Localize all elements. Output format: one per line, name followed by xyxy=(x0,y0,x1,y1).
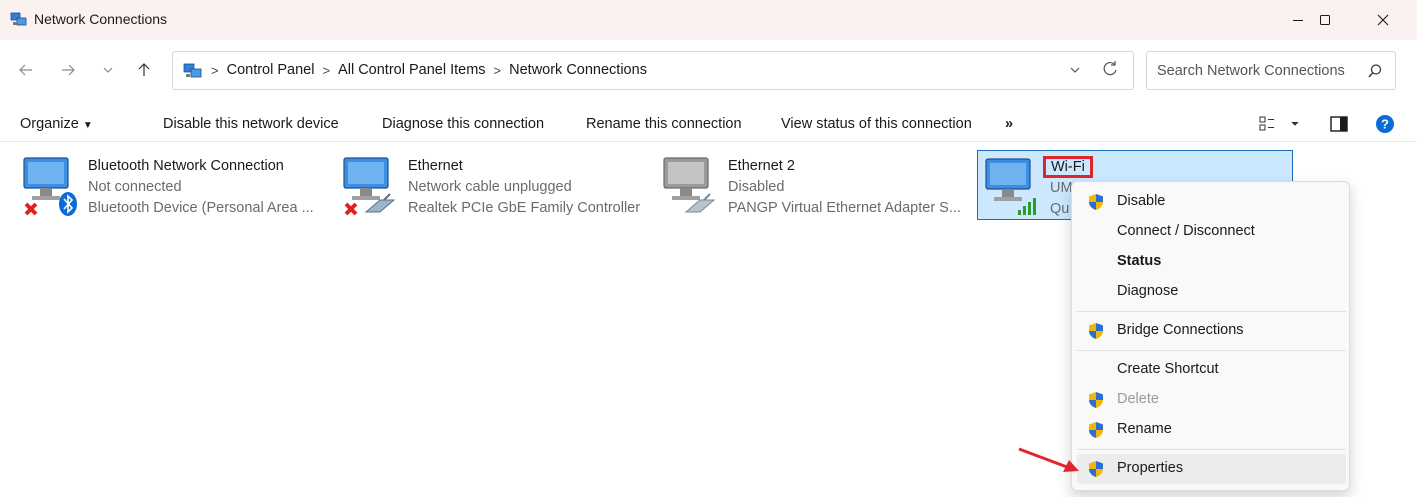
menu-item-rename[interactable]: Rename xyxy=(1077,415,1346,445)
connection-device: Realtek PCIe GbE Family Controller xyxy=(408,200,641,216)
breadcrumb-separator[interactable]: > xyxy=(494,63,502,78)
menu-item-diagnose[interactable]: Diagnose xyxy=(1077,277,1346,307)
menu-item-label: Rename xyxy=(1117,421,1172,437)
menu-item-connect-disconnect[interactable]: Connect / Disconnect xyxy=(1077,217,1346,247)
breadcrumb-separator[interactable]: > xyxy=(211,63,219,78)
connection-status: Disabled xyxy=(728,179,785,195)
menu-item-create-shortcut[interactable]: Create Shortcut xyxy=(1077,355,1346,385)
address-bar[interactable]: > Control Panel > All Control Panel Item… xyxy=(172,51,1134,90)
arrow-right-icon xyxy=(62,64,75,76)
annotation-arrow-icon xyxy=(1018,447,1079,472)
breadcrumb-all-control-panel-items[interactable]: All Control Panel Items xyxy=(338,62,485,78)
recent-locations-button[interactable] xyxy=(96,58,120,82)
control-panel-icon xyxy=(183,63,202,78)
menu-item-label: Status xyxy=(1117,253,1162,269)
wifi-network-icon xyxy=(985,158,1036,215)
menu-item-delete: Delete xyxy=(1077,385,1346,415)
view-status-button[interactable]: View status of this connection xyxy=(781,116,972,132)
menu-item-label: Diagnose xyxy=(1117,283,1179,299)
up-button[interactable] xyxy=(132,58,156,82)
maximize-button[interactable] xyxy=(1302,0,1348,40)
uac-shield-icon xyxy=(1089,392,1103,408)
breadcrumb-separator[interactable]: > xyxy=(322,63,330,78)
preview-pane-icon xyxy=(1330,116,1348,132)
forward-button[interactable] xyxy=(56,58,80,82)
connection-name: Bluetooth Network Connection xyxy=(88,158,284,174)
organize-button[interactable]: Organize ▼ xyxy=(20,116,93,132)
search-icon xyxy=(1368,64,1382,78)
window-title: Network Connections xyxy=(34,11,168,27)
preview-pane-button[interactable] xyxy=(1329,114,1349,137)
title-bar: Network Connections xyxy=(0,0,1417,40)
menu-item-label: Disable xyxy=(1117,193,1166,209)
menu-item-label: Create Shortcut xyxy=(1117,361,1219,377)
arrow-left-icon xyxy=(19,64,32,76)
breadcrumb: > Control Panel > All Control Panel Item… xyxy=(211,62,647,78)
breadcrumb-network-connections[interactable]: Network Connections xyxy=(509,62,647,78)
search-input[interactable]: Search Network Connections xyxy=(1157,63,1345,79)
address-dropdown-icon[interactable] xyxy=(1067,62,1083,78)
connection-text: Ethernet Network cable unplugged Realtek… xyxy=(408,156,640,219)
help-button[interactable]: ? xyxy=(1375,114,1395,137)
connection-device: PANGP Virtual Ethernet Adapter S... xyxy=(728,200,961,216)
menu-separator xyxy=(1077,350,1346,351)
refresh-icon[interactable] xyxy=(1101,60,1119,78)
wifi-name-highlight: Wi-Fi xyxy=(1043,156,1093,178)
arrow-up-icon xyxy=(138,63,150,76)
menu-separator xyxy=(1077,311,1346,312)
context-menu: Disable Connect / Disconnect Status Diag… xyxy=(1071,181,1350,491)
connection-name: Ethernet 2 xyxy=(728,158,795,174)
diagnose-connection-button[interactable]: Diagnose this connection xyxy=(382,116,544,132)
details-view-icon xyxy=(1259,116,1299,131)
svg-text:?: ? xyxy=(1381,117,1389,132)
connection-status: Network cable unplugged xyxy=(408,179,572,195)
ethernet-disabled-icon xyxy=(663,157,716,213)
search-box[interactable]: Search Network Connections xyxy=(1146,51,1396,90)
menu-item-label: Bridge Connections xyxy=(1117,322,1244,338)
close-icon xyxy=(1377,14,1389,26)
disable-device-button[interactable]: Disable this network device xyxy=(163,116,339,132)
menu-item-disable[interactable]: Disable xyxy=(1077,187,1346,217)
view-options-button[interactable] xyxy=(1259,114,1299,137)
connection-device: Bluetooth Device (Personal Area ... xyxy=(88,200,314,216)
connection-item-ethernet[interactable]: Ethernet Network cable unplugged Realtek… xyxy=(340,150,650,220)
caret-down-icon: ▼ xyxy=(82,120,93,131)
help-icon: ? xyxy=(1376,115,1394,133)
connection-text: Bluetooth Network Connection Not connect… xyxy=(88,156,314,219)
uac-shield-icon xyxy=(1089,422,1103,438)
uac-shield-icon xyxy=(1089,461,1103,477)
menu-item-label: Connect / Disconnect xyxy=(1117,223,1255,239)
menu-item-label: Properties xyxy=(1117,460,1184,476)
network-connections-icon xyxy=(10,12,27,26)
bluetooth-network-icon xyxy=(23,157,77,216)
menu-item-status[interactable]: Status xyxy=(1077,247,1346,277)
ethernet-network-icon xyxy=(343,157,396,216)
more-commands-button[interactable]: » xyxy=(1005,116,1013,132)
organize-label: Organize xyxy=(20,116,79,132)
command-bar: Organize ▼ Disable this network device D… xyxy=(0,106,1417,142)
connection-name: Wi-Fi xyxy=(1043,156,1093,178)
connection-status: Not connected xyxy=(88,179,182,195)
back-button[interactable] xyxy=(14,58,38,82)
menu-item-label: Delete xyxy=(1117,391,1159,407)
rename-connection-button[interactable]: Rename this connection xyxy=(586,116,742,132)
connection-text: Ethernet 2 Disabled PANGP Virtual Ethern… xyxy=(728,156,961,219)
chevron-down-icon xyxy=(103,67,113,73)
uac-shield-icon xyxy=(1089,323,1103,339)
close-button[interactable] xyxy=(1360,0,1406,40)
connection-item-bluetooth[interactable]: Bluetooth Network Connection Not connect… xyxy=(20,150,320,220)
breadcrumb-control-panel[interactable]: Control Panel xyxy=(227,62,315,78)
menu-separator xyxy=(1077,449,1346,450)
menu-item-bridge-connections[interactable]: Bridge Connections xyxy=(1077,316,1346,346)
menu-item-properties[interactable]: Properties xyxy=(1077,454,1346,484)
connection-name: Ethernet xyxy=(408,158,463,174)
maximize-icon xyxy=(1320,15,1330,25)
uac-shield-icon xyxy=(1089,194,1103,210)
connection-item-ethernet-2[interactable]: Ethernet 2 Disabled PANGP Virtual Ethern… xyxy=(660,150,970,220)
